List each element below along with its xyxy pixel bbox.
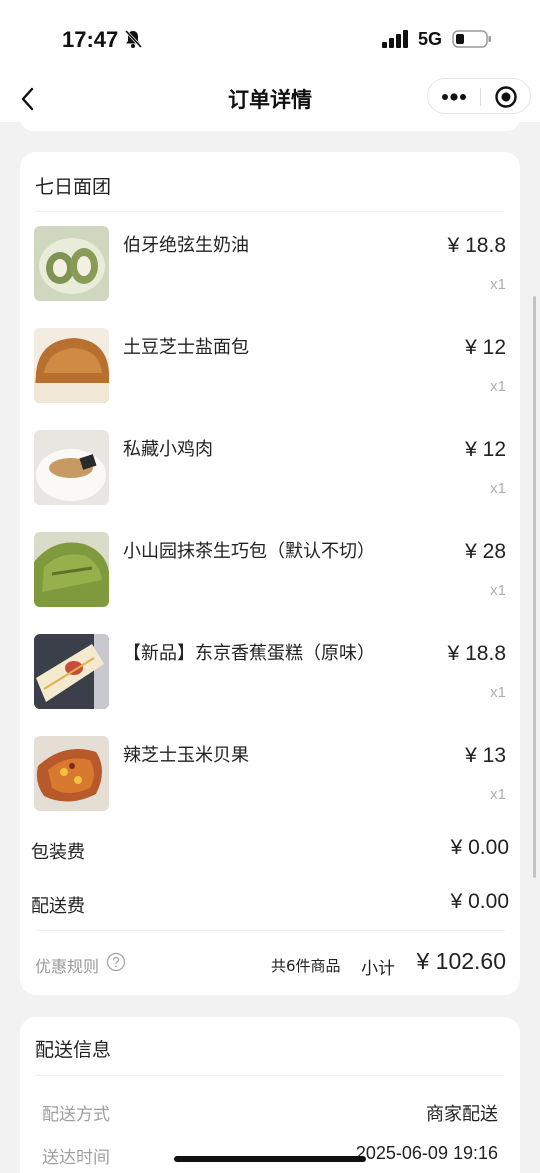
delivery-time-label: 送达时间 [42,1148,110,1168]
product-image [34,736,109,811]
product-quantity: x1 [490,378,506,395]
product-price: ¥ 18.8 [447,642,506,665]
product-item[interactable]: 小山园抹茶生巧包（默认不切） ¥ 28 x1 [20,532,520,634]
product-quantity: x1 [490,786,506,803]
divider [35,211,505,212]
signal-icon [382,30,408,48]
divider [35,1075,505,1076]
delivery-fee-value: ¥ 0.00 [450,890,509,913]
delivery-method-value: 商家配送 [426,1104,498,1124]
store-name: 七日面团 [35,176,112,198]
nav-bar: 订单详情 [0,76,540,122]
product-price: ¥ 13 [465,744,506,767]
home-indicator[interactable] [174,1156,366,1162]
product-name: 土豆芝士盐面包 [123,337,249,358]
delivery-method-row: 配送方式 商家配送 [20,1098,520,1128]
delivery-info-title: 配送信息 [35,1039,112,1061]
product-item[interactable]: 辣芝士玉米贝果 ¥ 13 x1 [20,736,520,838]
product-name: 小山园抹茶生巧包（默认不切） [123,541,375,562]
product-price: ¥ 12 [465,438,506,461]
divider [35,930,505,931]
product-name: 辣芝士玉米贝果 [123,745,249,766]
order-card: 七日面团 伯牙绝弦生奶油 ¥ 18.8 x1 土豆芝士盐面包 ¥ 12 x1 私… [20,152,520,995]
order-summary: 优惠规则 共6件商品 小计 ¥ 102.60 [20,947,520,981]
product-quantity: x1 [490,276,506,293]
product-image [34,532,109,607]
battery-icon [452,30,491,48]
product-image [34,634,109,709]
delivery-method-label: 配送方式 [42,1105,110,1125]
product-image [34,328,109,403]
capsule-divider [480,88,481,106]
scrollbar[interactable] [533,296,536,878]
subtotal-label: 小计 [361,959,395,979]
product-quantity: x1 [490,480,506,497]
previous-card-edge [20,118,520,131]
product-image [34,430,109,505]
product-image [34,226,109,301]
status-bar: 17:47 5G [0,0,540,76]
product-item[interactable]: 土豆芝士盐面包 ¥ 12 x1 [20,328,520,430]
delivery-fee-label: 配送费 [31,896,85,917]
mini-program-capsule [427,78,531,114]
target-icon[interactable] [494,85,518,109]
product-quantity: x1 [490,684,506,701]
item-count: 共6件商品 [271,957,341,975]
product-item[interactable]: 【新品】东京香蕉蛋糕（原味） ¥ 18.8 x1 [20,634,520,736]
status-time: 17:47 [62,27,119,52]
delivery-info-card: 配送信息 配送方式 商家配送 送达时间 2025-06-09 19:16 [20,1017,520,1173]
bell-slash-icon [124,29,143,49]
product-price: ¥ 28 [465,540,506,563]
product-quantity: x1 [490,582,506,599]
product-name: 私藏小鸡肉 [123,439,213,460]
product-price: ¥ 18.8 [447,234,506,257]
packaging-fee-row: 包装费 ¥ 0.00 [20,836,520,866]
product-item[interactable]: 伯牙绝弦生奶油 ¥ 18.8 x1 [20,226,520,328]
product-name: 【新品】东京香蕉蛋糕（原味） [123,643,375,664]
product-price: ¥ 12 [465,336,506,359]
delivery-time-value: 2025-06-09 19:16 [355,1143,498,1163]
product-item[interactable]: 私藏小鸡肉 ¥ 12 x1 [20,430,520,532]
delivery-fee-row: 配送费 ¥ 0.00 [20,890,520,920]
more-icon[interactable] [440,87,468,107]
network-label: 5G [418,29,443,49]
subtotal-value: ¥ 102.60 [416,948,506,974]
product-name: 伯牙绝弦生奶油 [123,235,249,256]
question-circle-icon[interactable] [106,952,126,972]
packaging-fee-label: 包装费 [31,842,85,863]
packaging-fee-value: ¥ 0.00 [450,836,509,859]
discount-rules-link[interactable]: 优惠规则 [35,953,99,977]
